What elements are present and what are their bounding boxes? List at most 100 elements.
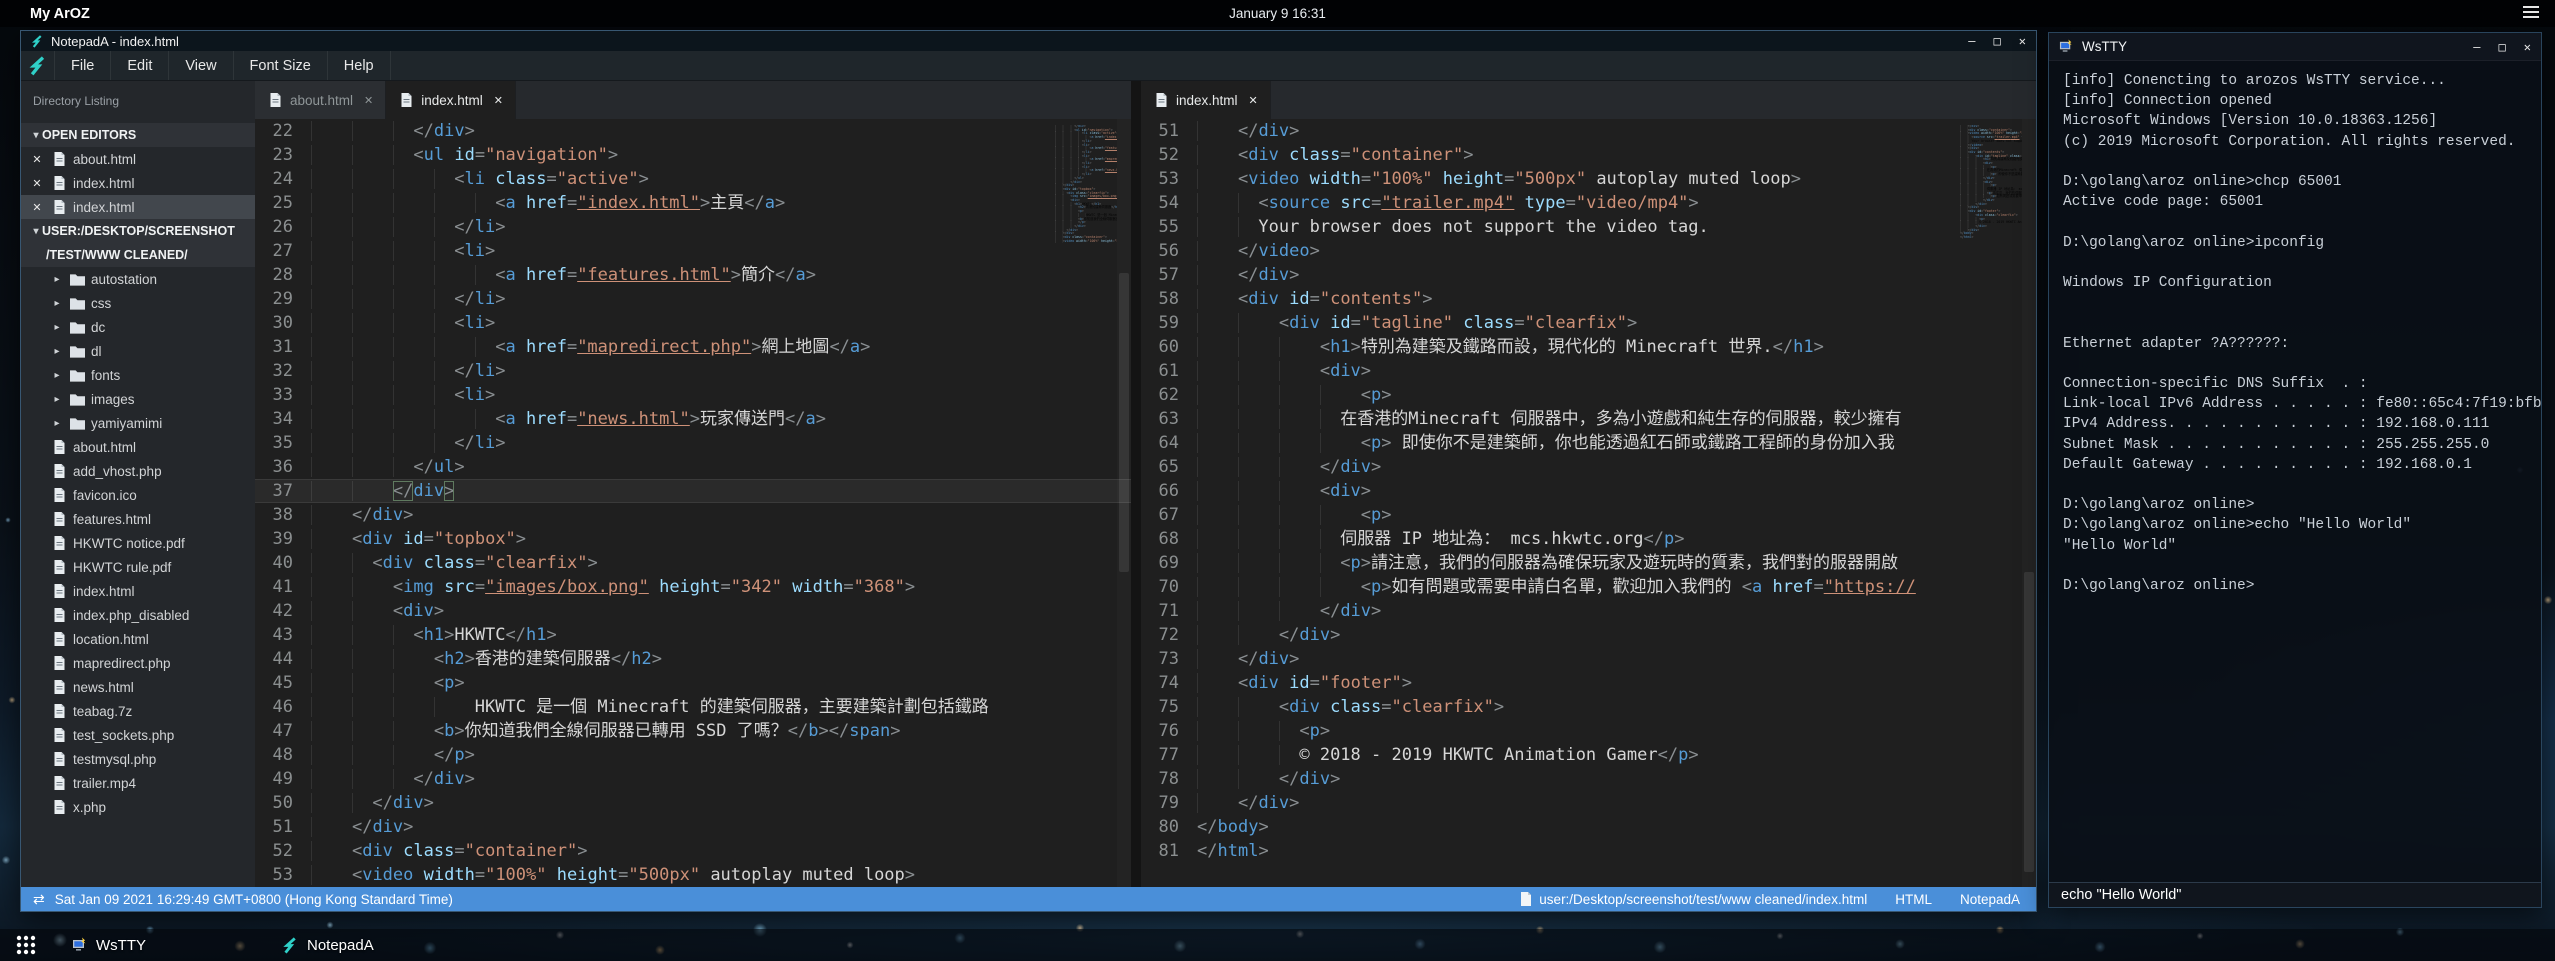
close-icon[interactable]: ✕	[29, 153, 45, 166]
code-line[interactable]: 81</html>	[1141, 839, 2036, 863]
code-line[interactable]: 77 © 2018 - 2019 HKWTC Animation Gamer</…	[1141, 743, 2036, 767]
menu-item-file[interactable]: File	[55, 51, 111, 80]
code-line[interactable]: 45 <p>	[255, 671, 1131, 695]
file-item-favicon.ico[interactable]: favicon.ico	[21, 483, 255, 507]
code-line[interactable]: 47 <b>你知道我們全線伺服器已轉用 SSD 了嗎？</b></span>	[255, 719, 1131, 743]
editor-tab-index.html[interactable]: index.html✕	[1141, 81, 1271, 119]
folder-item-autostation[interactable]: ▸autostation	[21, 267, 255, 291]
folder-item-images[interactable]: ▸images	[21, 387, 255, 411]
code-line[interactable]: 26 </li>	[255, 215, 1131, 239]
file-item-mapredirect.php[interactable]: mapredirect.php	[21, 651, 255, 675]
open-editor-item[interactable]: ✕index.html	[21, 195, 255, 219]
editor-tab-about.html[interactable]: about.html✕	[255, 81, 386, 119]
scrollbar-thumb[interactable]	[1119, 273, 1129, 573]
menu-item-help[interactable]: Help	[328, 51, 391, 80]
open-editor-item[interactable]: ✕about.html	[21, 147, 255, 171]
code-line[interactable]: 52 <div class="container">	[255, 839, 1131, 863]
minimap-left[interactable]: </div> <ul id="navigation"> <li class="a…	[1055, 125, 1117, 244]
code-line[interactable]: 68 伺服器 IP 地址為： mcs.hkwtc.org</p>	[1141, 527, 2036, 551]
code-line[interactable]: 46 HKWTC 是一個 Minecraft 的建築伺服器，主要建築計劃包括鐵路	[255, 695, 1131, 719]
pane-splitter[interactable]	[1131, 81, 1141, 887]
code-line[interactable]: 35 </li>	[255, 431, 1131, 455]
code-editor-right[interactable]: 51 </div>52 <div class="container">53 <v…	[1141, 119, 2036, 887]
code-line[interactable]: 36 </ul>	[255, 455, 1131, 479]
statusbar-mode[interactable]: HTML	[1895, 892, 1932, 907]
statusbar-filepath[interactable]: user:/Desktop/screenshot/test/www cleane…	[1539, 892, 1867, 907]
code-line[interactable]: 72 </div>	[1141, 623, 2036, 647]
code-line[interactable]: 28 <a href="features.html">簡介</a>	[255, 263, 1131, 287]
folder-item-dl[interactable]: ▸dl	[21, 339, 255, 363]
code-line[interactable]: 61 <div>	[1141, 359, 2036, 383]
close-icon[interactable]: ✕	[1249, 94, 1258, 107]
hamburger-menu-icon[interactable]	[2523, 6, 2539, 20]
editor-tab-index.html[interactable]: index.html✕	[386, 81, 516, 119]
file-item-x.php[interactable]: x.php	[21, 795, 255, 819]
close-icon[interactable]: ✕	[494, 94, 503, 107]
code-line[interactable]: 75 <div class="clearfix">	[1141, 695, 2036, 719]
file-item-location.html[interactable]: location.html	[21, 627, 255, 651]
code-line[interactable]: 76 <p>	[1141, 719, 2036, 743]
close-icon[interactable]: ✕	[29, 201, 45, 214]
code-line[interactable]: 29 </li>	[255, 287, 1131, 311]
code-line[interactable]: 48 </p>	[255, 743, 1131, 767]
file-item-HKWTC-rule.pdf[interactable]: HKWTC rule.pdf	[21, 555, 255, 579]
code-line[interactable]: 66 <div>	[1141, 479, 2036, 503]
file-item-teabag.7z[interactable]: teabag.7z	[21, 699, 255, 723]
minimize-icon[interactable]: –	[2473, 41, 2480, 53]
file-item-index.php_disabled[interactable]: index.php_disabled	[21, 603, 255, 627]
statusbar-app[interactable]: NotepadA	[1960, 892, 2020, 907]
code-line[interactable]: 39 <div id="topbox">	[255, 527, 1131, 551]
code-line[interactable]: 55 Your browser does not support the vid…	[1141, 215, 2036, 239]
folder-item-fonts[interactable]: ▸fonts	[21, 363, 255, 387]
code-line[interactable]: 79 </div>	[1141, 791, 2036, 815]
taskbar-item-wstty[interactable]: WsTTY	[72, 937, 146, 954]
menu-item-edit[interactable]: Edit	[111, 51, 169, 80]
code-line[interactable]: 56 </video>	[1141, 239, 2036, 263]
minimap-right[interactable]: </div> <div class="container"> <video wi…	[1960, 125, 2022, 240]
code-line[interactable]: 62 <p>	[1141, 383, 2036, 407]
file-item-test_sockets.php[interactable]: test_sockets.php	[21, 723, 255, 747]
code-line[interactable]: 31 <a href="mapredirect.php">網上地圖</a>	[255, 335, 1131, 359]
maximize-icon[interactable]: □	[1994, 35, 2001, 47]
open-editor-item[interactable]: ✕index.html	[21, 171, 255, 195]
folder-item-yamiyamimi[interactable]: ▸yamiyamimi	[21, 411, 255, 435]
code-line[interactable]: 53 <video width="100%" height="500px" au…	[255, 863, 1131, 887]
code-line[interactable]: 23 <ul id="navigation">	[255, 143, 1131, 167]
close-icon[interactable]: ✕	[2019, 35, 2026, 47]
open-editors-section[interactable]: ▾OPEN EDITORS	[21, 123, 255, 147]
terminal-output[interactable]: [info] Conencting to arozos WsTTY servic…	[2049, 61, 2541, 882]
code-line[interactable]: 27 <li>	[255, 239, 1131, 263]
code-line[interactable]: 74 <div id="footer">	[1141, 671, 2036, 695]
code-line[interactable]: 80</body>	[1141, 815, 2036, 839]
file-item-add_vhost.php[interactable]: add_vhost.php	[21, 459, 255, 483]
code-line[interactable]: 34 <a href="news.html">玩家傳送門</a>	[255, 407, 1131, 431]
code-line[interactable]: 43 <h1>HKWTC</h1>	[255, 623, 1131, 647]
folder-item-css[interactable]: ▸css	[21, 291, 255, 315]
code-line[interactable]: 58 <div id="contents">	[1141, 287, 2036, 311]
code-line[interactable]: 44 <h2>香港的建築伺服器</h2>	[255, 647, 1131, 671]
file-item-news.html[interactable]: news.html	[21, 675, 255, 699]
scrollbar-thumb[interactable]	[2024, 572, 2034, 872]
file-item-features.html[interactable]: features.html	[21, 507, 255, 531]
code-line[interactable]: 67 <p>	[1141, 503, 2036, 527]
code-line[interactable]: 63 在香港的Minecraft 伺服器中，多為小遊戲和純生存的伺服器，較少擁有	[1141, 407, 2036, 431]
code-line[interactable]: 32 </li>	[255, 359, 1131, 383]
code-line[interactable]: 59 <div id="tagline" class="clearfix">	[1141, 311, 2036, 335]
code-line[interactable]: 38 </div>	[255, 503, 1131, 527]
code-line[interactable]: 60 <h1>特別為建築及鐵路而設，現代化的 Minecraft 世界.</h1…	[1141, 335, 2036, 359]
code-line[interactable]: 50 </div>	[255, 791, 1131, 815]
code-line[interactable]: 70 <p>如有問題或需要申請白名單，歡迎加入我們的 <a href="http…	[1141, 575, 2036, 599]
code-line[interactable]: 49 </div>	[255, 767, 1131, 791]
code-line[interactable]: 30 <li>	[255, 311, 1131, 335]
menu-item-font-size[interactable]: Font Size	[234, 51, 328, 80]
code-line[interactable]: 69 <p>請注意，我們的伺服器為確保玩家及遊玩時的質素，我們對的服器開啟	[1141, 551, 2036, 575]
folder-item-dc[interactable]: ▸dc	[21, 315, 255, 339]
code-line[interactable]: 65 </div>	[1141, 455, 2036, 479]
code-editor-left[interactable]: 22 </div>23 <ul id="navigation">24 <li c…	[255, 119, 1131, 887]
code-line[interactable]: 73 </div>	[1141, 647, 2036, 671]
minimize-icon[interactable]: –	[1968, 35, 1975, 47]
close-icon[interactable]: ✕	[29, 177, 45, 190]
taskbar-item-notepada[interactable]: NotepadA	[282, 937, 374, 954]
code-line[interactable]: 64 <p> 即使你不是建築師，你也能透過紅石師或鐵路工程師的身份加入我	[1141, 431, 2036, 455]
code-line[interactable]: 52 <div class="container">	[1141, 143, 2036, 167]
